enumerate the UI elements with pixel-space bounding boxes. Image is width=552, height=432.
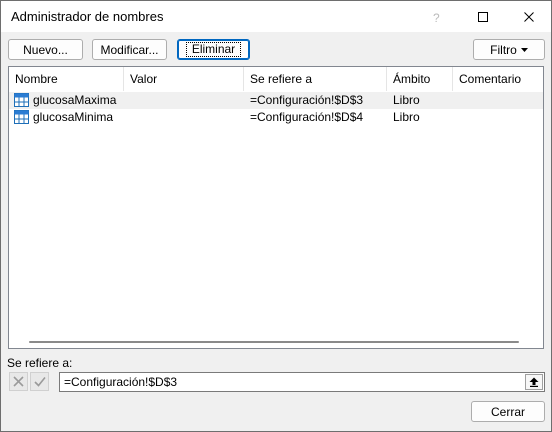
edit-name-button[interactable]: Modificar... xyxy=(92,39,167,60)
delete-name-button-label: Eliminar xyxy=(185,42,242,57)
confirm-edit-button[interactable] xyxy=(30,372,49,391)
close-icon xyxy=(524,11,534,22)
filter-button[interactable]: Filtro xyxy=(473,39,545,60)
table-row[interactable]: glucosaMaxima =Configuración!$D$3 Libro xyxy=(9,92,543,109)
names-list[interactable]: Nombre Valor Se refiere a Ámbito Comenta… xyxy=(8,66,544,349)
title-bar: Administrador de nombres ? xyxy=(1,1,551,32)
table-row[interactable]: glucosaMinima =Configuración!$D$4 Libro xyxy=(9,109,543,126)
row-name: glucosaMinima xyxy=(33,110,114,124)
help-button[interactable]: ? xyxy=(414,1,460,32)
refers-to-input-value: =Configuración!$D$3 xyxy=(64,375,178,389)
refers-to-input[interactable]: =Configuración!$D$3 xyxy=(59,372,545,392)
new-name-button-label: Nuevo... xyxy=(23,42,68,57)
column-header-comment[interactable]: Comentario xyxy=(453,67,543,91)
new-name-button[interactable]: Nuevo... xyxy=(8,39,83,60)
row-scope: Libro xyxy=(393,93,420,107)
scrollbar-thumb[interactable] xyxy=(29,341,519,343)
close-window-button[interactable] xyxy=(506,1,552,32)
horizontal-scrollbar[interactable] xyxy=(9,333,543,348)
row-refers-to: =Configuración!$D$4 xyxy=(250,110,364,124)
window-title: Administrador de nombres xyxy=(11,9,164,24)
filter-button-label: Filtro xyxy=(490,42,517,57)
row-name: glucosaMaxima xyxy=(33,93,117,107)
maximize-button[interactable] xyxy=(460,1,506,32)
row-refers-to: =Configuración!$D$3 xyxy=(250,93,364,107)
column-header-value[interactable]: Valor xyxy=(124,67,244,91)
edit-name-button-label: Modificar... xyxy=(100,42,159,57)
chevron-down-icon xyxy=(520,47,528,52)
collapse-dialog-button[interactable] xyxy=(525,374,543,390)
column-header-name[interactable]: Nombre xyxy=(9,67,124,91)
cancel-x-icon xyxy=(13,376,24,387)
delete-name-button[interactable]: Eliminar xyxy=(177,39,250,60)
refers-to-label: Se refiere a: xyxy=(7,356,73,370)
name-manager-dialog: Administrador de nombres ? Nuevo... Modi… xyxy=(0,0,552,432)
close-button-label: Cerrar xyxy=(490,404,525,419)
maximize-icon xyxy=(478,11,488,22)
table-range-icon xyxy=(14,110,29,124)
close-button[interactable]: Cerrar xyxy=(471,401,545,422)
svg-text:?: ? xyxy=(433,11,440,23)
column-header-scope[interactable]: Ámbito xyxy=(387,67,453,91)
table-range-icon xyxy=(14,93,29,107)
column-header-refers-to[interactable]: Se refiere a xyxy=(244,67,387,91)
checkmark-icon xyxy=(33,376,46,387)
help-icon: ? xyxy=(433,11,440,23)
cancel-edit-button[interactable] xyxy=(9,372,28,391)
collapse-dialog-icon xyxy=(529,377,539,387)
row-scope: Libro xyxy=(393,110,420,124)
